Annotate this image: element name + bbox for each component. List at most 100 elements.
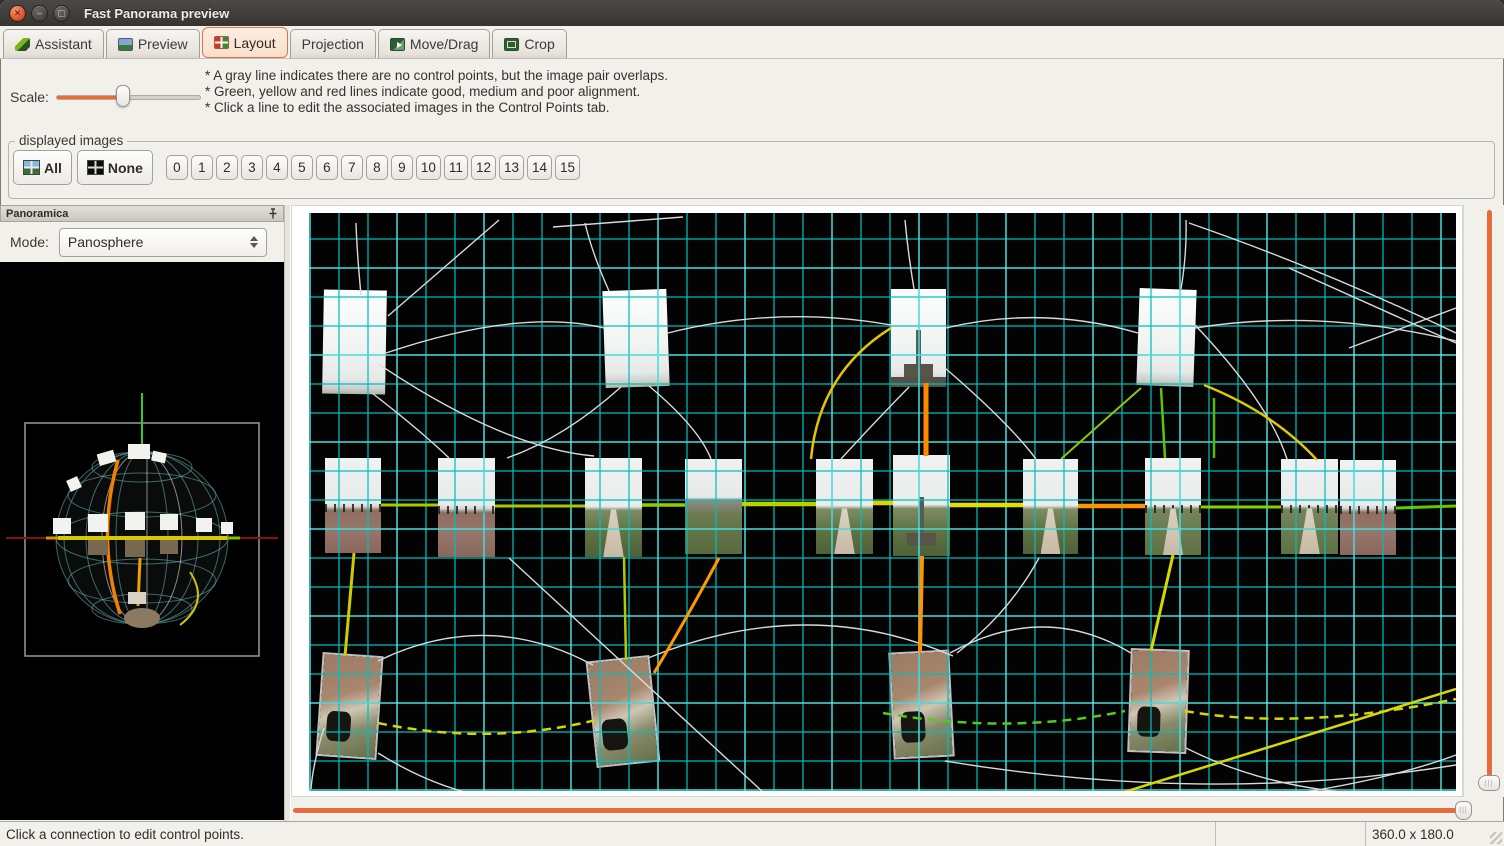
displayed-images-group: displayed images All None 01234567891011… bbox=[8, 141, 1495, 199]
toolbar: Scale: * A gray line indicates there are… bbox=[0, 59, 1504, 139]
mode-dropdown[interactable]: Panosphere bbox=[59, 228, 267, 257]
image-toggle-button-2[interactable]: 2 bbox=[216, 155, 238, 180]
dock-separator[interactable] bbox=[284, 205, 291, 821]
image-toggle-button-1[interactable]: 1 bbox=[191, 155, 213, 180]
connection-line[interactable] bbox=[648, 625, 953, 658]
connection-line[interactable] bbox=[957, 558, 1039, 653]
move-icon bbox=[390, 38, 405, 51]
connection-line[interactable] bbox=[386, 322, 604, 353]
app-window: ✕ – ▢ Fast Panorama preview Assistant Pre… bbox=[0, 0, 1504, 846]
connection-line[interactable] bbox=[1204, 385, 1317, 460]
image-toggle-button-12[interactable]: 12 bbox=[471, 155, 496, 180]
horizontal-scrollbar-track[interactable] bbox=[293, 808, 1465, 813]
connection-line[interactable] bbox=[945, 761, 1456, 784]
all-button[interactable]: All bbox=[13, 150, 72, 185]
image-toggle-button-7[interactable]: 7 bbox=[341, 155, 363, 180]
connection-line[interactable] bbox=[1195, 320, 1456, 341]
image-toggle-button-8[interactable]: 8 bbox=[366, 155, 388, 180]
layout-icon bbox=[214, 36, 229, 49]
connection-line[interactable] bbox=[356, 223, 361, 295]
connection-line[interactable] bbox=[905, 220, 914, 289]
connection-line[interactable] bbox=[1061, 388, 1141, 459]
close-button[interactable]: ✕ bbox=[9, 5, 26, 22]
tab-layout[interactable]: Layout bbox=[202, 27, 288, 58]
connection-line[interactable] bbox=[1105, 689, 1456, 791]
tab-move-drag[interactable]: Move/Drag bbox=[378, 29, 490, 58]
connection-line[interactable] bbox=[946, 318, 1138, 333]
connection-line[interactable] bbox=[378, 635, 593, 665]
connection-line[interactable] bbox=[1396, 506, 1456, 508]
tab-preview[interactable]: Preview bbox=[106, 29, 200, 58]
tab-bar: Assistant Preview Layout ProjectionMove/Dra… bbox=[0, 26, 1504, 59]
connection-line[interactable] bbox=[380, 365, 594, 456]
connection-line[interactable] bbox=[1151, 555, 1173, 651]
connection-line[interactable] bbox=[585, 223, 609, 291]
connection-line[interactable] bbox=[378, 753, 481, 791]
connection-line[interactable] bbox=[883, 711, 1125, 724]
panosphere-preview[interactable] bbox=[0, 262, 284, 820]
note-line: * A gray line indicates there are no con… bbox=[205, 68, 668, 84]
image-toggle-button-4[interactable]: 4 bbox=[266, 155, 288, 180]
control-point-connections bbox=[309, 213, 1456, 791]
tab-crop[interactable]: Crop bbox=[492, 29, 566, 58]
image-toggle-button-6[interactable]: 6 bbox=[316, 155, 338, 180]
connection-line[interactable] bbox=[920, 556, 922, 653]
tab-label: Preview bbox=[138, 36, 188, 52]
dock-area: Panoramica Mode: Panosphere bbox=[0, 205, 1504, 821]
connection-line[interactable] bbox=[811, 328, 891, 459]
window-title: Fast Panorama preview bbox=[84, 6, 229, 21]
connection-line[interactable] bbox=[1195, 325, 1287, 459]
image-toggle-button-9[interactable]: 9 bbox=[391, 155, 413, 180]
tab-projection[interactable]: Projection bbox=[290, 29, 376, 58]
connection-line[interactable] bbox=[841, 387, 909, 459]
connection-line[interactable] bbox=[945, 368, 1036, 459]
no-images-icon bbox=[87, 160, 104, 175]
connection-line[interactable] bbox=[1181, 220, 1186, 289]
connection-line[interactable] bbox=[345, 553, 354, 656]
connection-line[interactable] bbox=[311, 728, 324, 789]
preview-icon bbox=[118, 38, 133, 51]
pin-icon[interactable] bbox=[268, 208, 278, 220]
connection-line[interactable] bbox=[950, 627, 1131, 653]
scale-slider-thumb[interactable] bbox=[116, 85, 130, 107]
connection-line[interactable] bbox=[378, 720, 596, 734]
vertical-scrollbar-thumb[interactable]: ||| bbox=[1478, 775, 1500, 791]
image-toggle-button-15[interactable]: 15 bbox=[555, 155, 580, 180]
connection-line[interactable] bbox=[1289, 268, 1456, 343]
tab-label: Layout bbox=[234, 35, 276, 51]
image-toggle-button-3[interactable]: 3 bbox=[241, 155, 263, 180]
horizontal-scrollbar-thumb[interactable]: ||| bbox=[1455, 801, 1472, 820]
connection-line[interactable] bbox=[1189, 223, 1456, 333]
none-button[interactable]: None bbox=[77, 150, 153, 185]
tab-assistant[interactable]: Assistant bbox=[3, 29, 104, 58]
status-bar: Click a connection to edit control point… bbox=[0, 821, 1504, 846]
maximize-button[interactable]: ▢ bbox=[53, 5, 70, 22]
connection-line[interactable] bbox=[1161, 388, 1165, 458]
resize-grip-icon[interactable] bbox=[1490, 832, 1502, 844]
connection-line[interactable] bbox=[624, 557, 626, 660]
connection-line[interactable] bbox=[654, 558, 719, 673]
panel-title: Panoramica bbox=[6, 208, 68, 220]
connection-line[interactable] bbox=[649, 386, 711, 459]
connection-line[interactable] bbox=[553, 217, 683, 227]
none-button-label: None bbox=[108, 160, 143, 176]
connection-line[interactable] bbox=[1349, 308, 1456, 348]
connection-line[interactable] bbox=[668, 317, 891, 333]
connection-line[interactable] bbox=[509, 558, 764, 791]
vertical-scrollbar[interactable]: ||| bbox=[1463, 205, 1504, 797]
connection-line[interactable] bbox=[507, 387, 621, 458]
layout-canvas[interactable] bbox=[291, 205, 1463, 797]
image-toggle-button-13[interactable]: 13 bbox=[499, 155, 524, 180]
image-toggle-button-5[interactable]: 5 bbox=[291, 155, 313, 180]
connection-line[interactable] bbox=[388, 220, 499, 316]
connection-line[interactable] bbox=[1299, 755, 1456, 791]
layout-main-area: ||| ||| bbox=[291, 205, 1504, 821]
horizontal-scrollbar[interactable]: ||| bbox=[293, 800, 1477, 820]
image-toggle-button-14[interactable]: 14 bbox=[527, 155, 552, 180]
minimize-button[interactable]: – bbox=[31, 5, 48, 22]
image-toggle-button-0[interactable]: 0 bbox=[166, 155, 188, 180]
vertical-scrollbar-track[interactable] bbox=[1487, 210, 1492, 787]
connection-line[interactable] bbox=[372, 393, 449, 458]
image-toggle-button-10[interactable]: 10 bbox=[416, 155, 441, 180]
image-toggle-button-11[interactable]: 11 bbox=[444, 155, 468, 180]
